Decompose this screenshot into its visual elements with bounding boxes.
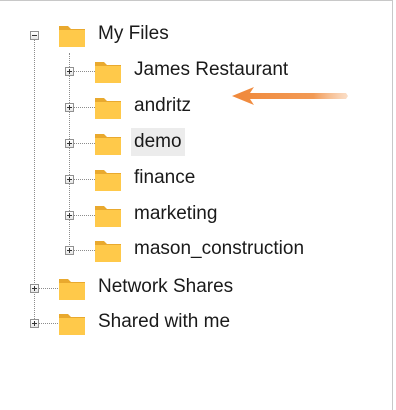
- tree-node-label[interactable]: demo: [131, 128, 185, 156]
- expand-icon[interactable]: [65, 67, 74, 76]
- expand-icon[interactable]: [30, 284, 39, 293]
- tree-node-network-shares[interactable]: Network Shares: [0, 272, 390, 304]
- expand-icon[interactable]: [65, 139, 74, 148]
- folder-icon: [95, 170, 121, 191]
- collapse-icon[interactable]: [30, 31, 39, 40]
- folder-icon: [95, 62, 121, 83]
- tree-node-mason-construction[interactable]: mason_construction: [0, 234, 390, 266]
- tree-node-label[interactable]: mason_construction: [131, 235, 307, 263]
- expand-icon[interactable]: [30, 319, 39, 328]
- tree-node-label[interactable]: Shared with me: [95, 308, 233, 336]
- tree-node-finance[interactable]: finance: [0, 163, 390, 195]
- tree-node-label[interactable]: finance: [131, 164, 198, 192]
- tree-node-label[interactable]: James Restaurant: [131, 56, 291, 84]
- tree-node-my-files[interactable]: My Files: [0, 19, 390, 51]
- orange-arrow-icon: [232, 87, 348, 105]
- tree-node-demo[interactable]: demo: [0, 127, 390, 159]
- folder-icon: [59, 26, 85, 47]
- folder-icon: [95, 134, 121, 155]
- folder-icon: [95, 241, 121, 262]
- folder-icon: [59, 314, 85, 335]
- folder-icon: [95, 206, 121, 227]
- tree-node-shared-with-me[interactable]: Shared with me: [0, 307, 390, 339]
- folder-icon: [59, 279, 85, 300]
- tree-node-label[interactable]: andritz: [131, 92, 194, 120]
- expand-icon[interactable]: [65, 211, 74, 220]
- tree-node-james-restaurant[interactable]: James Restaurant: [0, 55, 390, 87]
- tree-node-label[interactable]: marketing: [131, 200, 220, 228]
- tree-node-label[interactable]: My Files: [95, 20, 172, 48]
- expand-icon[interactable]: [65, 246, 74, 255]
- expand-icon[interactable]: [65, 103, 74, 112]
- expand-icon[interactable]: [65, 175, 74, 184]
- tree-node-marketing[interactable]: marketing: [0, 199, 390, 231]
- folder-icon: [95, 98, 121, 119]
- folder-tree: My Files James Restaurant andritz demo f…: [0, 0, 393, 410]
- tree-node-label[interactable]: Network Shares: [95, 273, 236, 301]
